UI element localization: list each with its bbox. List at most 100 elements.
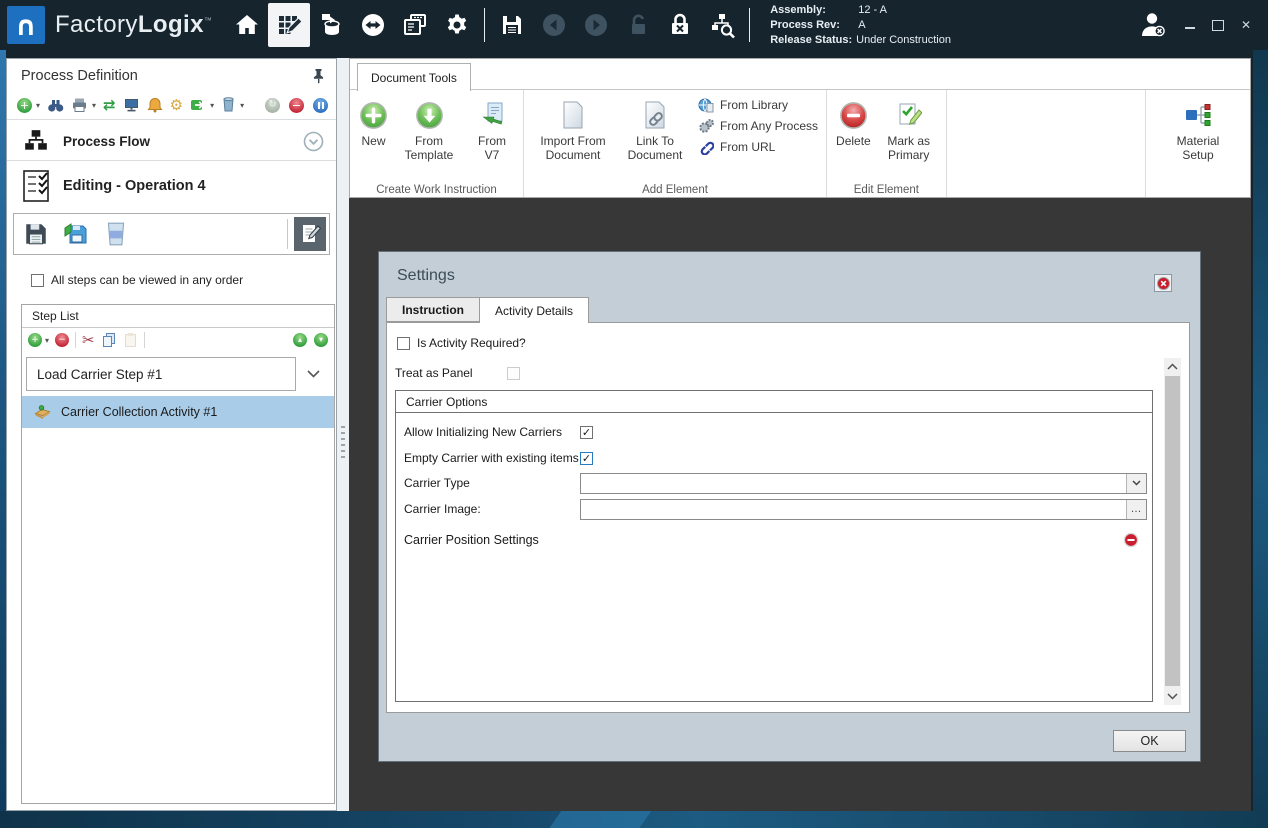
ok-button[interactable]: OK [1113,730,1186,752]
settings-dialog: Settings Instruction Activity Details Is… [378,251,1201,762]
panel-title: Process Definition [21,68,138,84]
save-icon[interactable] [491,3,533,47]
tab-document-tools[interactable]: Document Tools [357,63,471,91]
import-from-document-button[interactable]: Import From Document [530,93,616,164]
new-button[interactable]: New [356,93,391,151]
carrier-type-dropdown-icon[interactable] [1126,474,1146,493]
print-caret-icon[interactable]: ▾ [92,101,96,110]
carrier-image-input[interactable]: … [580,499,1147,520]
ribbon-filler [947,90,1145,197]
from-v7-button[interactable]: From V7 [467,93,517,164]
minimize-button[interactable] [1176,10,1204,40]
bell-icon[interactable] [147,97,163,113]
any-order-checkbox[interactable] [31,274,44,287]
settings-gear-icon[interactable] [436,3,478,47]
material-setup-button[interactable]: Material Setup [1163,93,1233,164]
process-flow-row[interactable]: Process Flow [7,123,336,159]
tab-activity-details[interactable]: Activity Details [479,297,589,323]
add-element-links: From Library From Any Process From URL [698,97,818,155]
collapse-icon[interactable] [303,131,324,152]
save-operation-icon[interactable] [18,216,54,252]
add-icon[interactable]: + [17,98,32,113]
dialog-scrollbar[interactable] [1164,358,1181,705]
remove-position-icon[interactable] [1123,532,1139,548]
empty-carrier-checkbox[interactable]: ✓ [580,452,593,465]
mark-as-primary-icon [896,97,922,133]
add-step-caret-icon[interactable]: ▾ [45,336,49,345]
link-to-document-icon [642,97,668,133]
info-separator [749,8,750,42]
delete-caret-icon[interactable]: ▾ [240,101,244,110]
step-name-box[interactable]: Load Carrier Step #1 [26,357,296,391]
allow-initializing-checkbox[interactable]: ✓ [580,426,593,439]
titlebar-right: ✕ [1130,3,1260,47]
dialog-close-button[interactable] [1154,274,1172,292]
add-caret-icon[interactable]: ▾ [36,101,40,110]
group-material-setup: Material Setup [1145,90,1250,197]
move-up-icon[interactable]: ▴ [293,333,307,347]
import-operation-icon[interactable] [58,216,94,252]
from-any-process-button[interactable]: From Any Process [698,118,818,134]
allow-initializing-row: Allow Initializing New Carriers ✓ [404,421,1147,443]
scroll-down-icon[interactable] [1164,688,1181,705]
print-icon[interactable] [71,97,88,113]
pin-icon[interactable] [311,68,326,84]
from-library-button[interactable]: From Library [698,97,818,113]
delete-step-icon[interactable] [221,97,236,113]
cut-icon[interactable]: ✂ [82,333,95,348]
is-activity-required-checkbox[interactable] [397,337,410,350]
unlock-icon[interactable] [617,3,659,47]
find-icon[interactable] [47,97,64,113]
data-import-icon[interactable] [310,3,352,47]
process-gear-icon[interactable]: ⚙ [170,98,183,113]
material-setup-icon [1185,97,1212,133]
delete-element-button[interactable]: Delete [833,93,874,151]
copy-icon[interactable] [101,332,117,348]
dialog-title: Settings [397,267,455,285]
scrollbar-thumb[interactable] [1165,376,1180,686]
workstation-icon[interactable] [123,97,140,113]
tab-instruction[interactable]: Instruction [386,297,479,322]
group-create-work-instruction: New From Template From V7 Create Work In… [350,90,524,197]
reports-icon[interactable] [394,3,436,47]
process-search-icon[interactable] [701,3,743,47]
remove-step-icon[interactable]: − [55,333,69,347]
group-label: Create Work Instruction [350,184,523,196]
mark-as-primary-button[interactable]: Mark as Primary [878,93,940,164]
from-v7-icon [479,97,505,133]
exchange-icon[interactable]: ⇄ [103,98,116,113]
process-definition-panel: Process Definition +▾ ▾ ⇄ ⚙ ▾ ▾ ↻ − Proc… [6,58,337,811]
carrier-type-value [581,474,1126,493]
activity-row-selected[interactable]: Carrier Collection Activity #1 [22,396,334,428]
titlebar-separator [484,8,485,42]
carrier-image-browse-button[interactable]: … [1126,500,1146,519]
process-designer-icon[interactable] [268,3,310,47]
panel-splitter[interactable] [337,58,349,811]
home-icon[interactable] [226,3,268,47]
treat-as-panel-checkbox[interactable] [507,367,520,380]
edit-instruction-button[interactable] [294,217,326,251]
scroll-up-icon[interactable] [1164,358,1181,375]
from-url-button[interactable]: From URL [698,139,818,155]
carrier-type-select[interactable] [580,473,1147,494]
delete-operation-icon[interactable] [98,216,134,252]
deploy-icon[interactable] [190,97,206,113]
step-expander[interactable] [296,370,330,378]
back-icon[interactable] [533,3,575,47]
enable-icon[interactable]: ↻ [265,98,280,113]
link-to-document-button[interactable]: Link To Document [620,93,690,164]
close-button[interactable]: ✕ [1232,10,1260,40]
group-label: Add Element [524,184,826,196]
transfer-icon[interactable] [352,3,394,47]
maximize-button[interactable] [1204,10,1232,40]
hold-icon[interactable] [313,98,328,113]
from-template-button[interactable]: From Template [395,93,463,164]
deploy-caret-icon[interactable]: ▾ [210,101,214,110]
move-down-icon[interactable]: ▾ [314,333,328,347]
add-step-icon[interactable]: + [28,333,42,347]
forward-icon[interactable] [575,3,617,47]
paste-icon[interactable] [123,332,138,348]
disable-icon[interactable]: − [289,98,304,113]
user-logout-icon[interactable] [1130,3,1176,47]
lock-release-icon[interactable] [659,3,701,47]
